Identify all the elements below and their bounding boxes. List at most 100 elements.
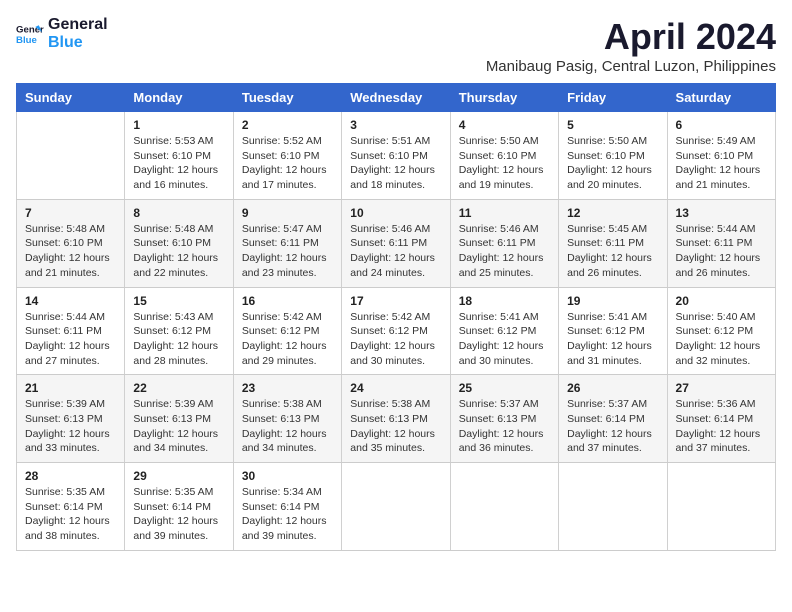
daylight: Daylight: 12 hours and 35 minutes. [350, 428, 435, 455]
calendar-cell: 30 Sunrise: 5:34 AM Sunset: 6:14 PM Dayl… [233, 463, 341, 551]
day-number: 13 [676, 206, 767, 220]
sunset: Sunset: 6:14 PM [25, 501, 103, 513]
sunset: Sunset: 6:13 PM [242, 413, 320, 425]
day-number: 28 [25, 469, 116, 483]
calendar-cell: 20 Sunrise: 5:40 AM Sunset: 6:12 PM Dayl… [667, 287, 775, 375]
day-info: Sunrise: 5:42 AM Sunset: 6:12 PM Dayligh… [242, 310, 333, 369]
day-info: Sunrise: 5:49 AM Sunset: 6:10 PM Dayligh… [676, 134, 767, 193]
day-info: Sunrise: 5:39 AM Sunset: 6:13 PM Dayligh… [133, 397, 224, 456]
daylight: Daylight: 12 hours and 28 minutes. [133, 340, 218, 367]
sunrise: Sunrise: 5:50 AM [459, 135, 539, 147]
main-title: April 2024 [486, 16, 776, 58]
daylight: Daylight: 12 hours and 26 minutes. [567, 252, 652, 279]
day-info: Sunrise: 5:41 AM Sunset: 6:12 PM Dayligh… [459, 310, 550, 369]
sunset: Sunset: 6:10 PM [133, 150, 211, 162]
sunrise: Sunrise: 5:48 AM [25, 223, 105, 235]
calendar-cell: 24 Sunrise: 5:38 AM Sunset: 6:13 PM Dayl… [342, 375, 450, 463]
day-info: Sunrise: 5:45 AM Sunset: 6:11 PM Dayligh… [567, 222, 658, 281]
sunset: Sunset: 6:12 PM [242, 325, 320, 337]
day-number: 12 [567, 206, 658, 220]
sunset: Sunset: 6:14 PM [567, 413, 645, 425]
day-info: Sunrise: 5:35 AM Sunset: 6:14 PM Dayligh… [25, 485, 116, 544]
logo-line2: Blue [48, 34, 83, 52]
page-header: General Blue General Blue April 2024 Man… [16, 16, 776, 75]
daylight: Daylight: 12 hours and 19 minutes. [459, 164, 544, 191]
calendar-cell: 29 Sunrise: 5:35 AM Sunset: 6:14 PM Dayl… [125, 463, 233, 551]
daylight: Daylight: 12 hours and 31 minutes. [567, 340, 652, 367]
calendar-cell: 2 Sunrise: 5:52 AM Sunset: 6:10 PM Dayli… [233, 112, 341, 200]
day-info: Sunrise: 5:36 AM Sunset: 6:14 PM Dayligh… [676, 397, 767, 456]
sunset: Sunset: 6:11 PM [567, 237, 644, 249]
svg-text:Blue: Blue [16, 34, 37, 45]
sunset: Sunset: 6:10 PM [676, 150, 754, 162]
sunset: Sunset: 6:12 PM [133, 325, 211, 337]
daylight: Daylight: 12 hours and 17 minutes. [242, 164, 327, 191]
sunrise: Sunrise: 5:46 AM [459, 223, 539, 235]
sunrise: Sunrise: 5:50 AM [567, 135, 647, 147]
sunrise: Sunrise: 5:36 AM [676, 398, 756, 410]
sunrise: Sunrise: 5:43 AM [133, 311, 213, 323]
sunset: Sunset: 6:10 PM [25, 237, 103, 249]
calendar-cell: 17 Sunrise: 5:42 AM Sunset: 6:12 PM Dayl… [342, 287, 450, 375]
sunrise: Sunrise: 5:41 AM [567, 311, 647, 323]
calendar-cell: 21 Sunrise: 5:39 AM Sunset: 6:13 PM Dayl… [17, 375, 125, 463]
sunset: Sunset: 6:11 PM [676, 237, 753, 249]
sunrise: Sunrise: 5:35 AM [133, 486, 213, 498]
sunrise: Sunrise: 5:53 AM [133, 135, 213, 147]
sunrise: Sunrise: 5:38 AM [242, 398, 322, 410]
day-number: 8 [133, 206, 224, 220]
calendar-cell [342, 463, 450, 551]
day-number: 9 [242, 206, 333, 220]
daylight: Daylight: 12 hours and 34 minutes. [242, 428, 327, 455]
day-info: Sunrise: 5:41 AM Sunset: 6:12 PM Dayligh… [567, 310, 658, 369]
daylight: Daylight: 12 hours and 16 minutes. [133, 164, 218, 191]
sunset: Sunset: 6:13 PM [459, 413, 537, 425]
calendar-cell: 6 Sunrise: 5:49 AM Sunset: 6:10 PM Dayli… [667, 112, 775, 200]
calendar-cell: 22 Sunrise: 5:39 AM Sunset: 6:13 PM Dayl… [125, 375, 233, 463]
header-cell-saturday: Saturday [667, 84, 775, 112]
daylight: Daylight: 12 hours and 37 minutes. [567, 428, 652, 455]
day-number: 29 [133, 469, 224, 483]
header-cell-wednesday: Wednesday [342, 84, 450, 112]
day-number: 26 [567, 381, 658, 395]
day-number: 19 [567, 294, 658, 308]
logo-icon: General Blue [16, 20, 44, 48]
day-number: 11 [459, 206, 550, 220]
daylight: Daylight: 12 hours and 18 minutes. [350, 164, 435, 191]
sunset: Sunset: 6:11 PM [459, 237, 536, 249]
day-info: Sunrise: 5:48 AM Sunset: 6:10 PM Dayligh… [25, 222, 116, 281]
sunrise: Sunrise: 5:48 AM [133, 223, 213, 235]
day-info: Sunrise: 5:37 AM Sunset: 6:14 PM Dayligh… [567, 397, 658, 456]
calendar-cell: 28 Sunrise: 5:35 AM Sunset: 6:14 PM Dayl… [17, 463, 125, 551]
day-number: 23 [242, 381, 333, 395]
calendar-cell: 5 Sunrise: 5:50 AM Sunset: 6:10 PM Dayli… [559, 112, 667, 200]
sunrise: Sunrise: 5:46 AM [350, 223, 430, 235]
day-number: 5 [567, 118, 658, 132]
calendar-body: 1 Sunrise: 5:53 AM Sunset: 6:10 PM Dayli… [17, 112, 776, 551]
sunrise: Sunrise: 5:42 AM [242, 311, 322, 323]
sunset: Sunset: 6:10 PM [133, 237, 211, 249]
day-number: 3 [350, 118, 441, 132]
subtitle: Manibaug Pasig, Central Luzon, Philippin… [486, 58, 776, 75]
week-row-5: 28 Sunrise: 5:35 AM Sunset: 6:14 PM Dayl… [17, 463, 776, 551]
daylight: Daylight: 12 hours and 27 minutes. [25, 340, 110, 367]
calendar-cell [559, 463, 667, 551]
header-cell-friday: Friday [559, 84, 667, 112]
calendar-cell: 15 Sunrise: 5:43 AM Sunset: 6:12 PM Dayl… [125, 287, 233, 375]
day-number: 15 [133, 294, 224, 308]
daylight: Daylight: 12 hours and 25 minutes. [459, 252, 544, 279]
calendar-cell: 7 Sunrise: 5:48 AM Sunset: 6:10 PM Dayli… [17, 199, 125, 287]
calendar-cell: 23 Sunrise: 5:38 AM Sunset: 6:13 PM Dayl… [233, 375, 341, 463]
day-number: 1 [133, 118, 224, 132]
sunrise: Sunrise: 5:45 AM [567, 223, 647, 235]
sunset: Sunset: 6:10 PM [459, 150, 537, 162]
calendar-cell: 11 Sunrise: 5:46 AM Sunset: 6:11 PM Dayl… [450, 199, 558, 287]
daylight: Daylight: 12 hours and 38 minutes. [25, 515, 110, 542]
day-info: Sunrise: 5:34 AM Sunset: 6:14 PM Dayligh… [242, 485, 333, 544]
week-row-1: 1 Sunrise: 5:53 AM Sunset: 6:10 PM Dayli… [17, 112, 776, 200]
logo: General Blue General Blue [16, 16, 108, 51]
day-info: Sunrise: 5:52 AM Sunset: 6:10 PM Dayligh… [242, 134, 333, 193]
day-number: 2 [242, 118, 333, 132]
calendar-cell: 1 Sunrise: 5:53 AM Sunset: 6:10 PM Dayli… [125, 112, 233, 200]
day-number: 17 [350, 294, 441, 308]
